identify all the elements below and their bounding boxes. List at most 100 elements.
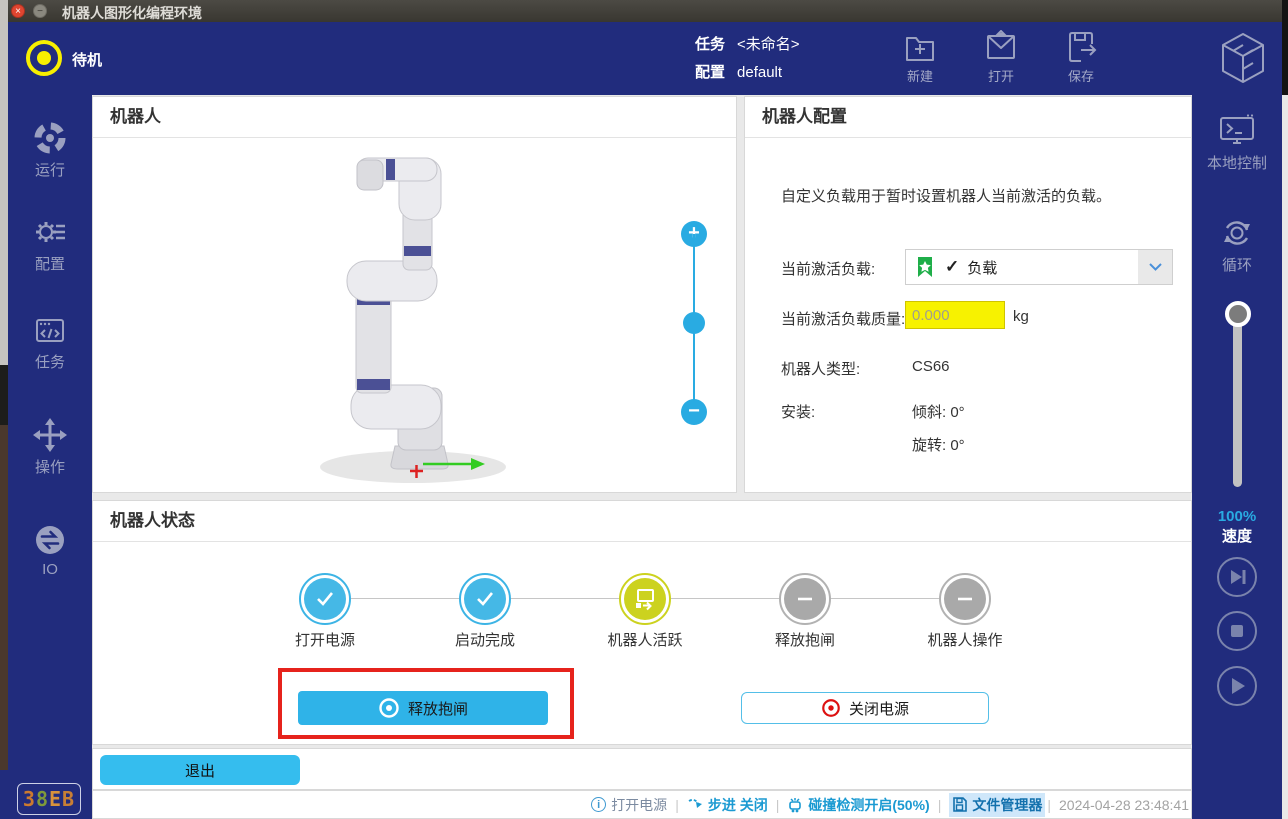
new-icon — [902, 30, 938, 64]
desktop-strip — [1282, 95, 1288, 819]
operate-icon — [32, 417, 68, 453]
info-icon: i — [591, 797, 606, 812]
desktop-strip — [0, 425, 8, 770]
sidebar-config-label: 配置 — [8, 253, 92, 274]
new-task-button[interactable]: 新建 — [888, 30, 952, 85]
io-icon — [32, 522, 68, 558]
bookmark-icon — [915, 256, 935, 278]
rotation-row: 旋转: 0° — [912, 434, 965, 455]
robot-config-panel: 机器人配置 自定义负载用于暂时设置机器人当前激活的负载。 当前激活负载: ✓ 负… — [744, 96, 1192, 493]
speed-slider-knob[interactable] — [1225, 301, 1251, 327]
right-sidebar: 本地控制 循环 100% 速度 — [1192, 95, 1282, 819]
file-manager-text: 文件管理器 — [972, 795, 1042, 815]
robot-panel: 机器人 + — [92, 96, 737, 493]
collision-detect-item[interactable]: 碰撞检测开启(50%) — [787, 795, 929, 815]
collision-icon — [787, 797, 803, 813]
chevron-down-icon[interactable] — [1138, 250, 1172, 284]
file-manager-item[interactable]: 文件管理器 — [949, 793, 1045, 817]
zoom-out-button[interactable]: − — [681, 399, 707, 425]
local-control-icon — [1217, 113, 1257, 149]
active-payload-value: 负载 — [967, 257, 1138, 278]
config-icon — [32, 214, 68, 250]
save-task-button[interactable]: 保存 — [1049, 30, 1113, 85]
window-close-button[interactable]: × — [11, 4, 25, 18]
sidebar-item-task[interactable]: 任务 — [8, 312, 92, 372]
robot-panel-title: 机器人 — [93, 97, 736, 138]
tilt-row: 倾斜: 0° — [912, 401, 965, 422]
local-control-label: 本地控制 — [1192, 152, 1282, 173]
robot-type-value: CS66 — [912, 358, 950, 375]
open-icon — [983, 30, 1019, 64]
mount-label: 安装: — [781, 401, 815, 422]
status-step-startup-complete: 启动完成 — [425, 573, 545, 650]
sidebar-io-label: IO — [8, 561, 92, 578]
active-payload-label: 当前激活负载: — [781, 258, 875, 279]
payload-mass-input[interactable] — [905, 301, 1005, 329]
speed-value: 100% — [1192, 508, 1282, 525]
step-forward-button[interactable] — [1217, 557, 1257, 597]
open-task-button[interactable]: 打开 — [969, 30, 1033, 85]
minus-circle-icon — [944, 578, 986, 620]
release-brake-button[interactable]: 释放抱闸 — [298, 691, 548, 725]
stop-button[interactable] — [1217, 611, 1257, 651]
power-off-button[interactable]: 关闭电源 — [741, 692, 989, 724]
config-value: default — [737, 64, 782, 81]
build-badge: 38EB — [17, 783, 81, 815]
power-status-item[interactable]: i 打开电源 — [591, 795, 667, 815]
save-icon — [1063, 30, 1099, 64]
step-mode-item[interactable]: 步进 关闭 — [687, 795, 768, 815]
app-header: 待机 任务<未命名> 配置default 新建 打开 — [8, 22, 1282, 95]
play-icon — [1219, 668, 1255, 704]
status-step-power-on: 打开电源 — [265, 573, 385, 650]
power-status-text: 打开电源 — [611, 795, 667, 815]
exit-button[interactable]: 退出 — [100, 755, 300, 785]
sidebar-item-run[interactable]: 运行 — [8, 120, 92, 180]
payload-description: 自定义负载用于暂时设置机器人当前激活的负载。 — [781, 185, 1111, 206]
task-icon — [32, 312, 68, 348]
run-icon — [32, 120, 68, 156]
status-step-robot-operate: 机器人操作 — [905, 573, 1025, 650]
robot-status-panel: 机器人状态 打开电源 启动完成 机器人活跃 — [92, 500, 1192, 745]
config-panel-title: 机器人配置 — [745, 97, 1191, 138]
rotation-value: 0° — [950, 437, 964, 454]
brand-logo-icon — [1220, 32, 1266, 84]
play-button[interactable] — [1217, 666, 1257, 706]
robot-type-label: 机器人类型: — [781, 358, 860, 379]
window-minimize-button[interactable]: − — [33, 4, 47, 18]
step-mode-icon — [687, 798, 703, 812]
payload-dropdown[interactable]: ✓ 负载 — [905, 249, 1173, 285]
robot-3d-viewer[interactable]: + − — [93, 138, 736, 492]
standby-indicator-icon — [26, 40, 62, 76]
tilt-value: 0° — [950, 404, 964, 421]
status-step-robot-active: 机器人活跃 — [585, 573, 705, 650]
left-sidebar: 运行 配置 任务 — [8, 95, 92, 819]
window-title: 机器人图形化编程环境 — [62, 3, 202, 23]
robot-status-label: 待机 — [72, 49, 102, 70]
desktop-strip — [0, 0, 8, 365]
sidebar-item-io[interactable]: IO — [8, 522, 92, 578]
sidebar-item-operate[interactable]: 操作 — [8, 417, 92, 477]
payload-mass-label: 当前激活负载质量: — [781, 308, 905, 329]
desktop-strip — [0, 770, 8, 819]
desktop-strip — [1282, 0, 1288, 95]
loop-label: 循环 — [1192, 254, 1282, 275]
sidebar-item-loop[interactable]: 循环 — [1192, 215, 1282, 275]
step-forward-icon — [1219, 559, 1255, 595]
robot-active-icon — [624, 578, 666, 620]
sidebar-run-label: 运行 — [8, 159, 92, 180]
status-step-release-brake: 释放抱闸 — [745, 573, 865, 650]
check-icon: ✓ — [945, 257, 959, 277]
zoom-slider-knob[interactable] — [683, 312, 705, 334]
new-label: 新建 — [888, 66, 952, 85]
minus-circle-icon — [784, 578, 826, 620]
sidebar-item-config[interactable]: 配置 — [8, 214, 92, 274]
sidebar-item-local-control[interactable]: 本地控制 — [1192, 113, 1282, 173]
circle-dot-icon — [378, 697, 400, 719]
robot-arm-image — [93, 138, 736, 492]
mass-unit: kg — [1013, 308, 1029, 325]
speed-slider-track[interactable] — [1233, 313, 1242, 487]
task-label: 任务 — [695, 36, 725, 53]
stop-icon — [1219, 613, 1255, 649]
status-panel-title: 机器人状态 — [93, 501, 1191, 542]
check-circle-icon — [464, 578, 506, 620]
